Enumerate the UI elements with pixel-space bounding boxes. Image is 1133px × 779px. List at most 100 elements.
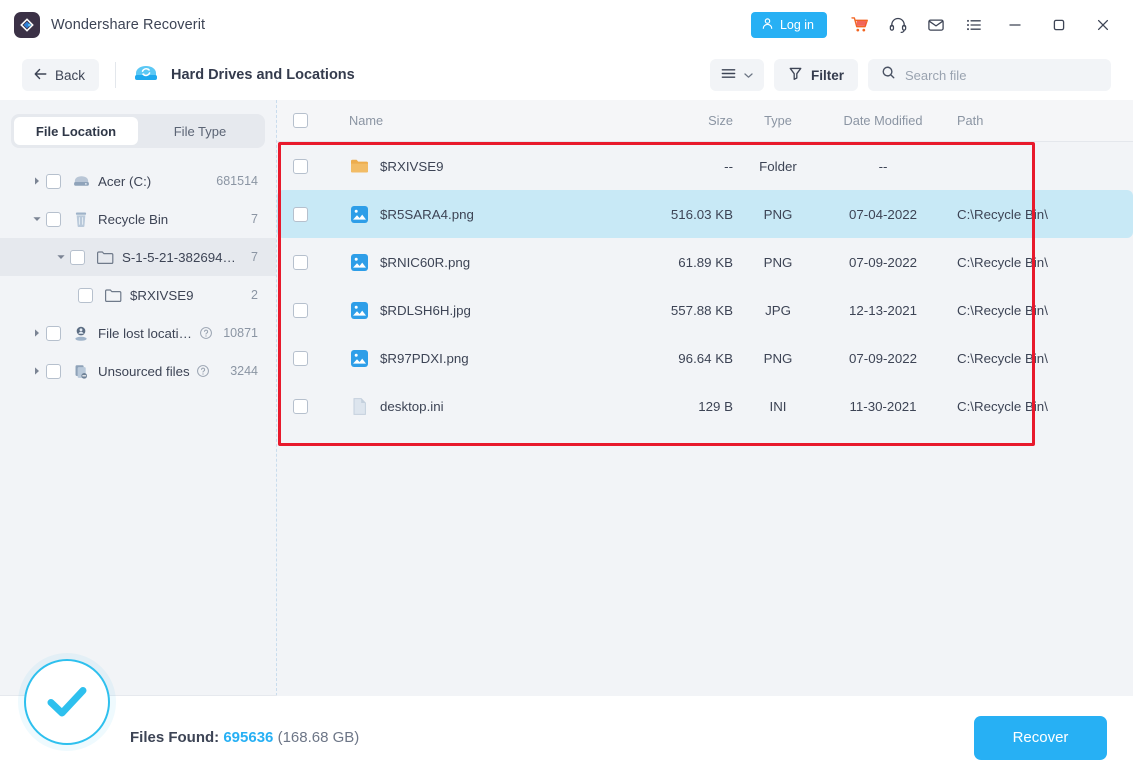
row-checkbox[interactable] xyxy=(277,302,323,318)
select-all-checkbox[interactable] xyxy=(277,113,323,128)
list-menu-icon[interactable] xyxy=(957,8,991,42)
image-file-icon xyxy=(349,300,369,320)
tab-file-type[interactable]: File Type xyxy=(138,117,262,145)
row-path: C:\Recycle Bin\ xyxy=(957,206,1048,222)
toolbar: Back Hard Drives and Locations Filter Se… xyxy=(0,50,1133,100)
file-table-panel: Name Size Type Date Modified Path $RXIVS… xyxy=(277,100,1133,696)
row-checkbox[interactable] xyxy=(277,350,323,366)
funnel-icon xyxy=(788,66,803,84)
table-row[interactable]: $RNIC60R.png 61.89 KB PNG 07-09-2022 C:\… xyxy=(277,238,1133,286)
column-header-path[interactable]: Path xyxy=(943,113,1133,128)
tree-item-unsourced-files[interactable]: Unsourced files 3244 xyxy=(0,352,276,390)
filter-button[interactable]: Filter xyxy=(773,59,858,91)
back-button[interactable]: Back xyxy=(22,59,100,91)
image-file-icon xyxy=(349,204,369,224)
tree-item-count: 7 xyxy=(251,212,258,226)
row-checkbox[interactable] xyxy=(277,158,323,174)
chevron-right-icon[interactable] xyxy=(28,176,46,186)
row-type: PNG xyxy=(763,206,793,222)
chevron-down-icon[interactable] xyxy=(28,215,46,223)
tree-item-rxivse9[interactable]: $RXIVSE9 2 xyxy=(0,276,276,314)
row-path: C:\Recycle Bin\ xyxy=(957,350,1048,366)
trash-bin-icon xyxy=(70,211,92,228)
row-checkbox[interactable] xyxy=(277,206,323,222)
folder-filled-icon xyxy=(349,156,369,176)
row-filename: desktop.ini xyxy=(380,398,444,414)
table-row[interactable]: $RDLSH6H.jpg 557.88 KB JPG 12-13-2021 C:… xyxy=(277,286,1133,334)
tree-item-label: Acer (C:) xyxy=(98,173,152,189)
lost-location-pin-icon xyxy=(70,325,92,342)
tree-item-count: 3244 xyxy=(230,364,258,378)
tab-file-location[interactable]: File Location xyxy=(14,117,138,145)
row-date: 07-09-2022 xyxy=(848,254,918,270)
tree-checkbox[interactable] xyxy=(46,211,61,227)
row-filename: $R97PDXI.png xyxy=(380,350,469,366)
tree-item-recycle-bin[interactable]: Recycle Bin 7 xyxy=(0,200,276,238)
chevron-right-icon[interactable] xyxy=(28,366,46,376)
title-bar: Wondershare Recoverit Log in xyxy=(0,0,1133,50)
tree-item-sid-folder[interactable]: S-1-5-21-3826948403-3... 7 xyxy=(0,238,276,276)
current-location: Hard Drives and Locations xyxy=(132,61,355,90)
column-header-type[interactable]: Type xyxy=(733,113,823,128)
tree-checkbox[interactable] xyxy=(78,287,93,303)
table-row[interactable]: $RXIVSE9 -- Folder -- xyxy=(277,142,1133,190)
tab-file-type-label: File Type xyxy=(173,123,227,139)
image-file-icon xyxy=(349,252,369,272)
close-icon[interactable] xyxy=(1083,7,1123,43)
app-brand: Wondershare Recoverit xyxy=(14,12,205,38)
help-icon[interactable] xyxy=(199,326,213,340)
column-header-name[interactable]: Name xyxy=(323,113,633,128)
tree-checkbox[interactable] xyxy=(46,325,61,341)
login-button[interactable]: Log in xyxy=(750,12,827,38)
table-row[interactable]: $R5SARA4.png 516.03 KB PNG 07-04-2022 C:… xyxy=(277,190,1133,238)
envelope-icon[interactable] xyxy=(919,8,953,42)
file-table-header: Name Size Type Date Modified Path xyxy=(277,100,1133,142)
back-label: Back xyxy=(55,67,86,83)
tree-item-file-lost-location[interactable]: File lost location 10871 xyxy=(0,314,276,352)
recover-button[interactable]: Recover xyxy=(974,715,1107,760)
view-mode-button[interactable] xyxy=(709,59,764,91)
table-row[interactable]: desktop.ini 129 B INI 11-30-2021 C:\Recy… xyxy=(277,382,1133,430)
toolbar-right: Filter xyxy=(709,59,1111,91)
row-filename: $RDLSH6H.jpg xyxy=(380,302,471,318)
row-size: 129 B xyxy=(698,398,733,414)
tree-item-count: 7 xyxy=(251,250,258,264)
maximize-icon[interactable] xyxy=(1039,7,1079,43)
main-body: File Location File Type Acer (C:) 681514… xyxy=(0,100,1133,696)
hard-drive-refresh-icon xyxy=(132,61,160,90)
tree-item-label: Unsourced files xyxy=(98,363,190,379)
tree-checkbox[interactable] xyxy=(70,249,85,265)
filter-label: Filter xyxy=(810,67,844,83)
help-icon[interactable] xyxy=(196,364,210,378)
chevron-down-icon xyxy=(743,68,754,83)
row-name-cell: $RXIVSE9 xyxy=(323,156,633,176)
tree-checkbox[interactable] xyxy=(46,363,61,379)
chevron-right-icon[interactable] xyxy=(28,328,46,338)
column-header-size[interactable]: Size xyxy=(633,113,733,128)
tree-item-count: 2 xyxy=(251,288,258,302)
chevron-down-icon[interactable] xyxy=(52,253,70,261)
minimize-icon[interactable] xyxy=(995,7,1035,43)
row-checkbox[interactable] xyxy=(277,398,323,414)
title-bar-actions: Log in xyxy=(750,7,1123,43)
headset-icon[interactable] xyxy=(881,8,915,42)
column-header-date-modified[interactable]: Date Modified xyxy=(823,113,943,128)
tree-checkbox[interactable] xyxy=(46,173,61,189)
table-row[interactable]: $R97PDXI.png 96.64 KB PNG 07-09-2022 C:\… xyxy=(277,334,1133,382)
row-type: Folder xyxy=(759,158,797,174)
tree-item-count: 10871 xyxy=(223,326,258,340)
folder-outline-icon xyxy=(102,288,124,303)
search-box[interactable] xyxy=(868,59,1111,91)
search-input[interactable] xyxy=(905,67,1098,83)
shopping-cart-icon[interactable] xyxy=(843,8,877,42)
row-name-cell: $RDLSH6H.jpg xyxy=(323,300,633,320)
row-path: C:\Recycle Bin\ xyxy=(957,398,1048,414)
login-label: Log in xyxy=(779,18,814,32)
tab-file-location-label: File Location xyxy=(35,123,117,139)
row-size: -- xyxy=(724,158,733,174)
row-checkbox[interactable] xyxy=(277,254,323,270)
sidebar-tabs: File Location File Type xyxy=(11,114,265,148)
row-size: 96.64 KB xyxy=(678,350,733,366)
tree-item-acer-c[interactable]: Acer (C:) 681514 xyxy=(0,162,276,200)
row-date: 07-09-2022 xyxy=(848,350,918,366)
